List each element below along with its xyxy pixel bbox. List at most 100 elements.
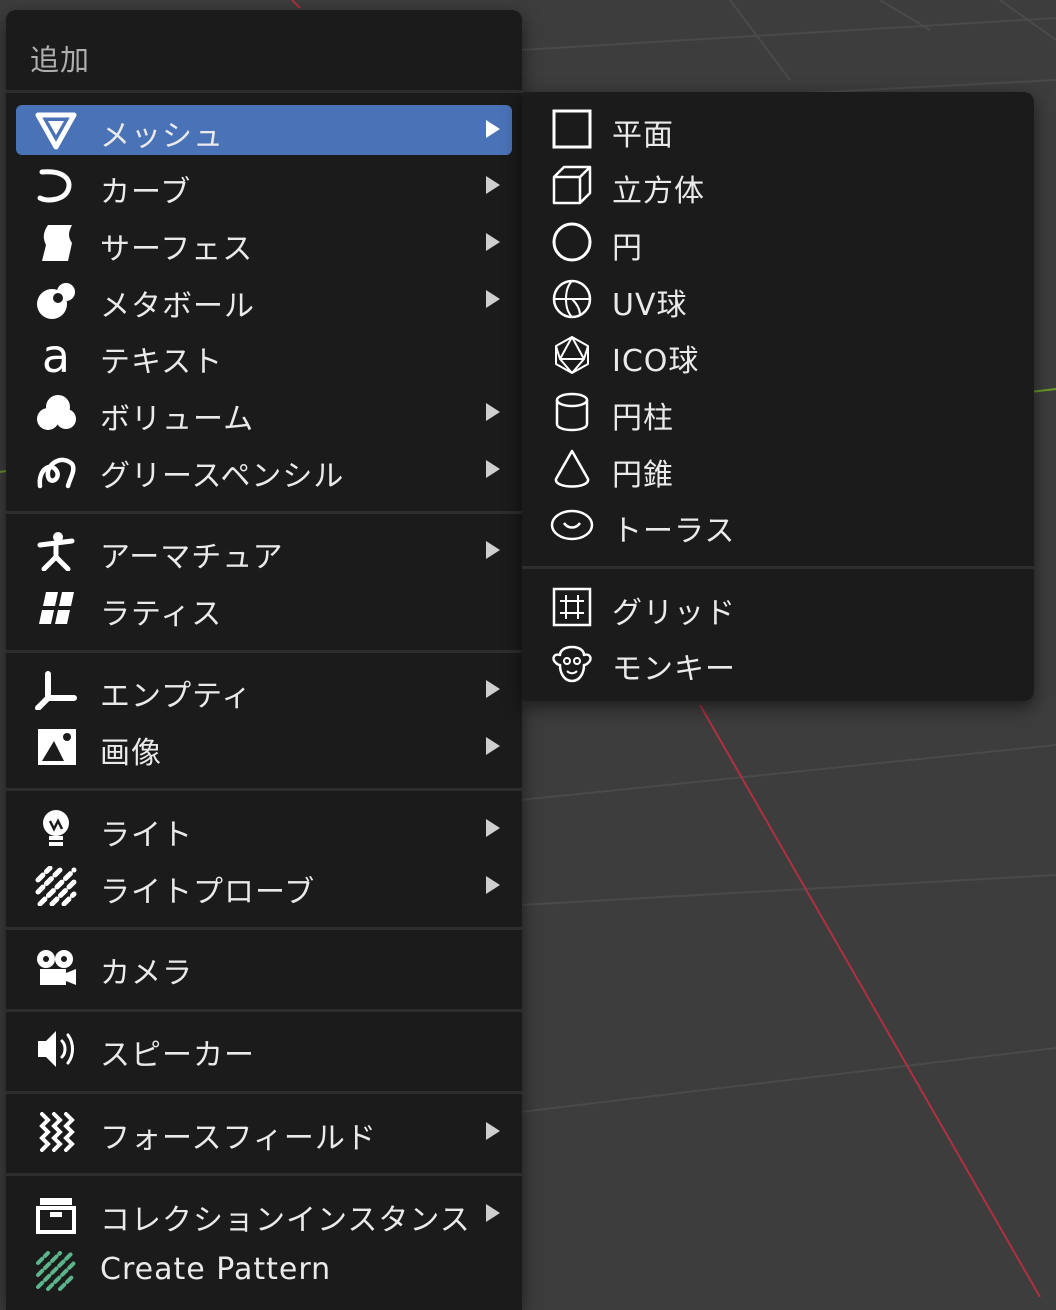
surface-icon (34, 223, 78, 263)
menu-separator (6, 511, 522, 514)
submenu-item-cube[interactable]: 立方体 (542, 160, 1022, 210)
submenu-separator (522, 566, 1034, 569)
submenu-item-monkey[interactable]: モンキー (542, 638, 1022, 688)
submenu-arrow-icon (486, 737, 500, 755)
empty-icon (34, 670, 78, 710)
grease-pencil-icon (34, 450, 78, 490)
x-axis-line-top (291, 0, 301, 9)
submenu-item-cylinder[interactable]: 円柱 (542, 387, 1022, 437)
menu-separator (6, 1009, 522, 1012)
mesh-submenu: 平面 立方体 円 UV球 ICO球 円柱 円錐 トーラス グリッド モンキー (522, 92, 1034, 701)
submenu-item-label: 平面 (612, 118, 674, 153)
collection-instance-icon (34, 1194, 78, 1234)
menu-item-label: ボリューム (100, 402, 255, 437)
menu-item-camera[interactable]: カメラ (16, 942, 512, 992)
menu-item-label: サーフェス (100, 232, 254, 267)
submenu-item-label: グリッド (612, 596, 736, 631)
submenu-arrow-icon (486, 819, 500, 837)
menu-item-label: コレクションインスタンス (100, 1203, 471, 1238)
menu-item-lattice[interactable]: ラティス (16, 583, 512, 633)
submenu-item-grid[interactable]: グリッド (542, 582, 1022, 632)
submenu-arrow-icon (486, 290, 500, 308)
submenu-item-ico-sphere[interactable]: ICO球 (542, 330, 1022, 380)
submenu-item-label: モンキー (612, 652, 736, 687)
speaker-icon (34, 1029, 78, 1069)
pattern-icon (34, 1251, 78, 1291)
menu-separator (6, 650, 522, 653)
light-icon (34, 809, 78, 849)
menu-separator (6, 1173, 522, 1176)
submenu-arrow-icon (486, 1122, 500, 1140)
menu-separator (6, 90, 522, 93)
circle-icon (550, 222, 594, 262)
submenu-item-label: 円柱 (612, 401, 674, 436)
menu-item-label: 画像 (100, 736, 162, 771)
menu-item-text[interactable]: a テキスト (16, 331, 512, 381)
add-menu: 追加 メッシュ カーブ サーフェス メタボール a テキスト ボリューム グリー… (6, 10, 522, 1310)
camera-icon (34, 947, 78, 987)
menu-item-mesh[interactable]: メッシュ (16, 105, 512, 155)
menu-item-light[interactable]: ライト (16, 804, 512, 854)
submenu-arrow-icon (486, 176, 500, 194)
menu-item-label: フォースフィールド (100, 1121, 377, 1156)
menu-item-label: グリースペンシル (100, 459, 345, 494)
menu-item-armature[interactable]: アーマチュア (16, 526, 512, 576)
plane-icon (550, 109, 594, 149)
submenu-item-cone[interactable]: 円錐 (542, 444, 1022, 494)
torus-icon (550, 505, 594, 545)
menu-item-empty[interactable]: エンプティ (16, 665, 512, 715)
submenu-item-label: ICO球 (612, 344, 700, 379)
curve-icon (34, 166, 78, 206)
force-field-icon (34, 1112, 78, 1152)
submenu-item-plane[interactable]: 平面 (542, 104, 1022, 154)
submenu-arrow-icon (486, 120, 500, 138)
menu-item-label: ライトプローブ (100, 875, 316, 910)
cube-icon (550, 165, 594, 205)
mesh-icon (34, 110, 78, 150)
submenu-item-circle[interactable]: 円 (542, 217, 1022, 267)
menu-item-label: Create Pattern (100, 1252, 332, 1287)
submenu-arrow-icon (486, 403, 500, 421)
menu-item-label: テキスト (100, 345, 224, 380)
submenu-item-label: トーラス (612, 514, 736, 549)
cone-icon (550, 449, 594, 489)
light-probe-icon (34, 866, 78, 906)
lattice-icon (34, 588, 78, 628)
submenu-item-torus[interactable]: トーラス (542, 500, 1022, 550)
menu-item-collection-instance[interactable]: コレクションインスタンス (16, 1189, 512, 1239)
submenu-item-uv-sphere[interactable]: UV球 (542, 274, 1022, 324)
menu-item-grease-pencil[interactable]: グリースペンシル (16, 445, 512, 495)
menu-item-force-field[interactable]: フォースフィールド (16, 1107, 512, 1157)
menu-item-surface[interactable]: サーフェス (16, 218, 512, 268)
menu-item-label: スピーカー (100, 1038, 255, 1073)
menu-item-label: カーブ (100, 175, 192, 210)
menu-item-metaball[interactable]: メタボール (16, 275, 512, 325)
image-icon (34, 727, 78, 767)
submenu-item-label: 円 (612, 231, 643, 266)
armature-icon (34, 531, 78, 571)
x-axis-line (699, 704, 1041, 1297)
menu-item-curve[interactable]: カーブ (16, 161, 512, 211)
grid-icon (550, 587, 594, 627)
menu-separator (6, 1091, 522, 1094)
menu-item-create-pattern[interactable]: Create Pattern (16, 1246, 512, 1296)
submenu-arrow-icon (486, 541, 500, 559)
uv-sphere-icon (550, 279, 594, 319)
volume-icon (34, 393, 78, 433)
menu-separator (6, 927, 522, 930)
submenu-item-label: 立方体 (612, 174, 705, 209)
menu-item-light-probe[interactable]: ライトプローブ (16, 861, 512, 911)
menu-item-image[interactable]: 画像 (16, 722, 512, 772)
monkey-icon (550, 643, 594, 683)
submenu-arrow-icon (486, 680, 500, 698)
menu-item-volume[interactable]: ボリューム (16, 388, 512, 438)
cylinder-icon (550, 392, 594, 432)
menu-item-label: アーマチュア (100, 540, 284, 575)
menu-item-label: エンプティ (100, 679, 253, 714)
menu-item-speaker[interactable]: スピーカー (16, 1024, 512, 1074)
submenu-arrow-icon (486, 876, 500, 894)
menu-item-label: メッシュ (100, 119, 224, 154)
menu-item-label: ライト (100, 818, 193, 853)
metaball-icon (34, 280, 78, 320)
text-icon: a (34, 336, 78, 376)
